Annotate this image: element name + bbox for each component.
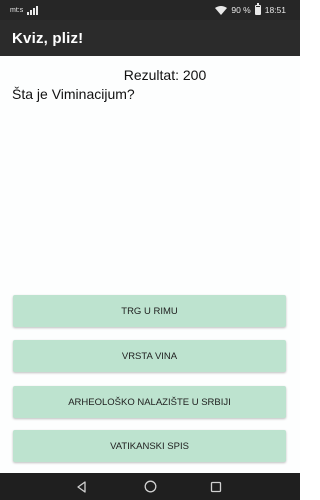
- answer-button-3[interactable]: ARHEOLOŠKO NALAZIŠTE U SRBIJI: [13, 386, 286, 418]
- app-bar: Kviz, pliz!: [0, 20, 300, 56]
- screen: mt:s 90 % 18:51 Kviz, pliz! Rezultat: 20…: [0, 0, 300, 500]
- back-icon: [77, 480, 86, 493]
- battery-icon: [254, 3, 261, 15]
- signal-icon: [27, 5, 39, 15]
- carrier-label: mt:s: [10, 6, 24, 14]
- home-icon: [144, 480, 156, 493]
- clock: 18:51: [264, 5, 286, 15]
- status-left: mt:s: [10, 0, 39, 20]
- back-button[interactable]: [62, 473, 102, 500]
- recents-icon: [210, 481, 222, 492]
- status-right: 90 % 18:51: [215, 0, 286, 20]
- app-title: Kviz, pliz!: [12, 29, 84, 47]
- navigation-bar: [0, 473, 300, 500]
- score-label: Rezultat: 200: [123, 67, 207, 83]
- battery-percent: 90 %: [231, 5, 251, 15]
- answer-button-1[interactable]: TRG U RIMU: [13, 295, 286, 327]
- wifi-icon: [215, 5, 228, 15]
- answer-button-2[interactable]: VRSTA VINA: [13, 340, 286, 372]
- question-text: Šta je Viminacijum?: [12, 86, 135, 102]
- home-button[interactable]: [130, 473, 170, 500]
- answer-button-4[interactable]: VATIKANSKI SPIS: [13, 430, 286, 462]
- status-bar: mt:s 90 % 18:51: [0, 0, 300, 20]
- recents-button[interactable]: [196, 473, 236, 500]
